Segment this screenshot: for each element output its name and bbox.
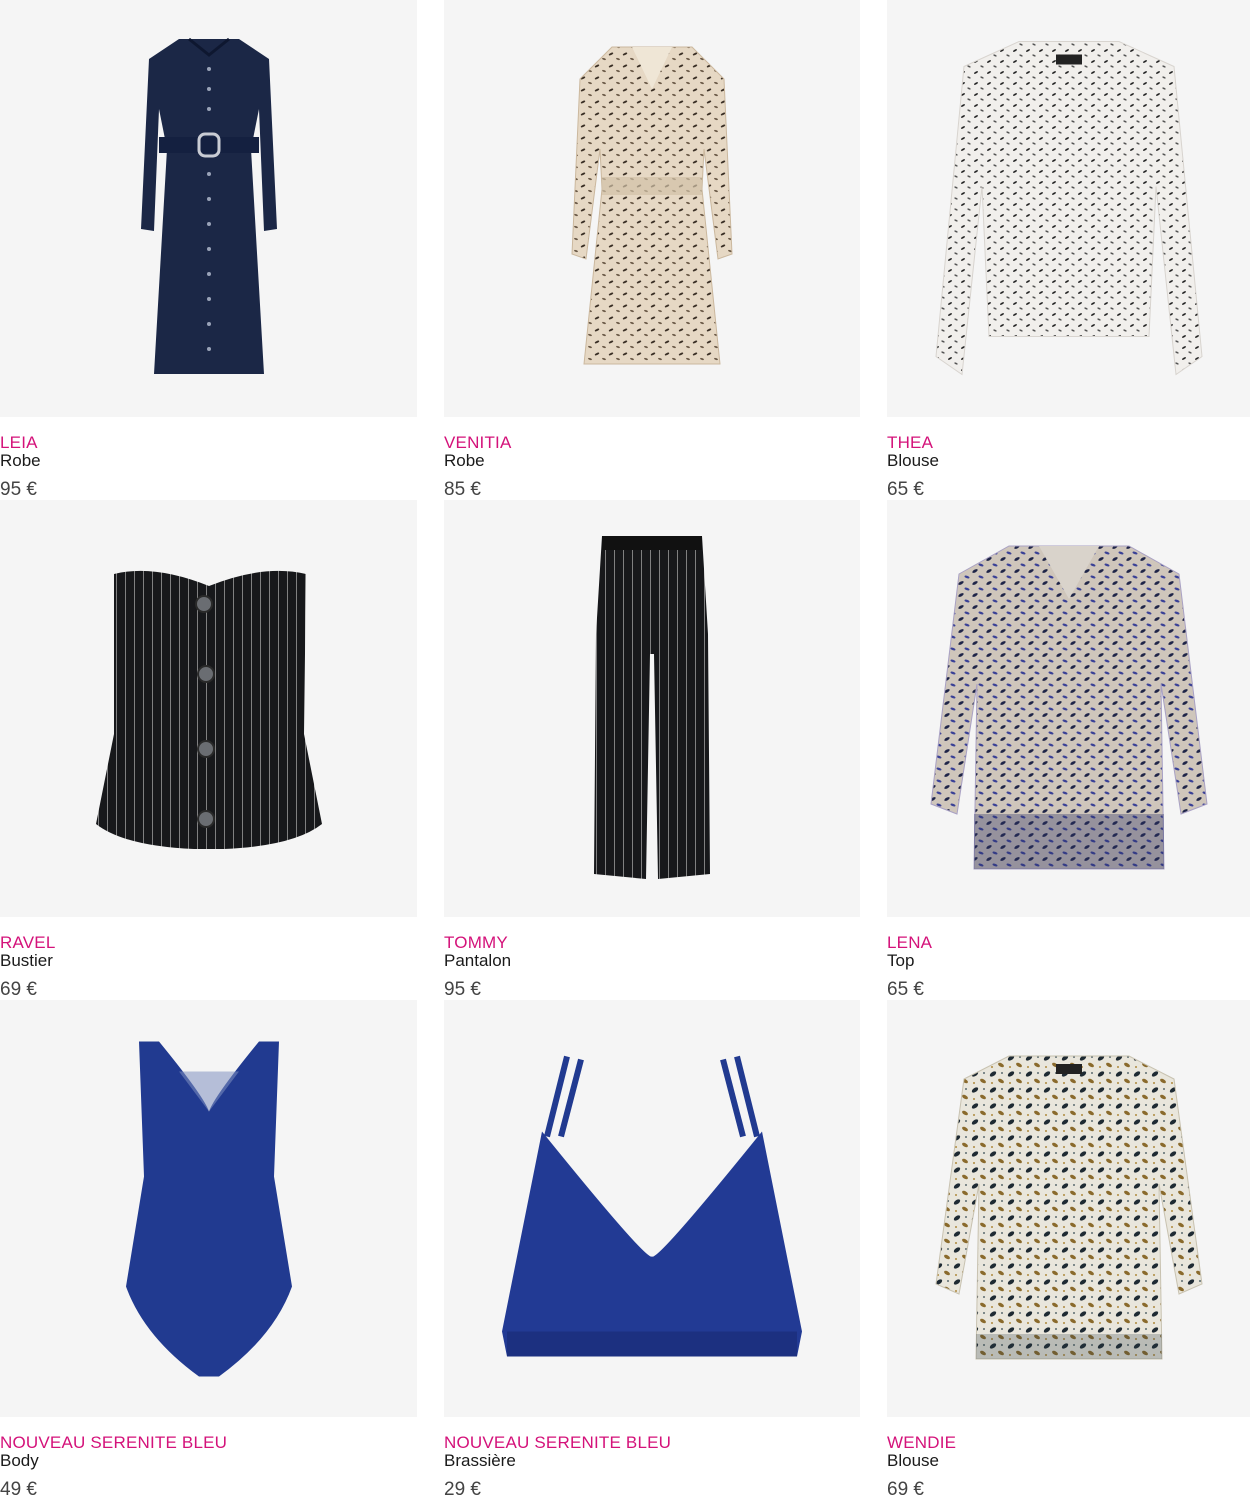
product-category: Body	[0, 1451, 39, 1470]
product-category: Blouse	[887, 451, 939, 470]
product-image[interactable]	[444, 500, 860, 917]
product-card-tommy[interactable]: TOMMY Pantalon 95 €	[444, 500, 860, 1000]
product-price: 85 €	[444, 479, 481, 500]
product-category: Robe	[0, 451, 41, 470]
product-image[interactable]	[887, 1000, 1250, 1417]
product-card-thea[interactable]: THEA Blouse 65 €	[887, 0, 1250, 500]
product-price: 65 €	[887, 479, 924, 500]
product-category: Top	[887, 951, 915, 970]
black-pinstripe-trousers-image	[594, 535, 710, 879]
beige-print-dress-image	[571, 46, 733, 364]
product-brand-name[interactable]: NOUVEAU SERENITE BLEU	[444, 1433, 671, 1453]
product-price: 49 €	[0, 1479, 37, 1500]
product-image[interactable]	[887, 0, 1250, 417]
leopard-print-blouse-image	[934, 1055, 1203, 1359]
product-price: 29 €	[444, 1479, 481, 1500]
product-card-serenite-brassiere[interactable]: NOUVEAU SERENITE BLEU Brassière 29 €	[444, 1000, 860, 1500]
black-pinstripe-bustier-image	[95, 570, 322, 849]
product-price: 69 €	[887, 1479, 924, 1500]
blue-bodysuit-image	[125, 1041, 292, 1376]
blue-bralette-image	[502, 1055, 802, 1356]
product-brand-name[interactable]: WENDIE	[887, 1433, 956, 1453]
product-brand-name[interactable]: VENITIA	[444, 433, 512, 453]
product-card-lena[interactable]: LENA Top 65 €	[887, 500, 1250, 1000]
product-brand-name[interactable]: TOMMY	[444, 933, 508, 953]
product-image[interactable]	[0, 500, 417, 917]
product-price: 69 €	[0, 979, 37, 1000]
product-brand-name[interactable]: RAVEL	[0, 933, 56, 953]
product-card-ravel[interactable]: RAVEL Bustier 69 €	[0, 500, 417, 1000]
product-card-serenite-body[interactable]: NOUVEAU SERENITE BLEU Body 49 €	[0, 1000, 417, 1500]
product-image[interactable]	[0, 0, 417, 417]
product-card-leia[interactable]: LEIA Robe 95 €	[0, 0, 417, 500]
product-category: Pantalon	[444, 951, 512, 970]
product-price: 95 €	[444, 979, 481, 1000]
product-category: Robe	[444, 451, 485, 470]
product-brand-name[interactable]: THEA	[887, 433, 933, 453]
product-image[interactable]	[444, 0, 860, 417]
product-card-wendie[interactable]: WENDIE Blouse 69 €	[887, 1000, 1250, 1500]
product-grid: LEIA Robe 95 € VENITIA Robe 85 € THEA Bl…	[0, 0, 1250, 1500]
product-brand-name[interactable]: NOUVEAU SERENITE BLEU	[0, 1433, 227, 1453]
product-price: 95 €	[0, 479, 37, 500]
navy-shirt-dress-image	[140, 37, 277, 374]
product-card-venitia[interactable]: VENITIA Robe 85 €	[444, 0, 860, 500]
product-image[interactable]	[887, 500, 1250, 917]
product-brand-name[interactable]: LEIA	[0, 433, 38, 453]
blue-print-top-image	[929, 545, 1208, 869]
product-category: Blouse	[887, 1451, 939, 1470]
product-price: 65 €	[887, 979, 924, 1000]
product-image[interactable]	[444, 1000, 860, 1417]
product-brand-name[interactable]: LENA	[887, 933, 932, 953]
product-category: Brassière	[444, 1451, 516, 1470]
white-print-blouse-image	[934, 40, 1203, 375]
product-category: Bustier	[0, 951, 53, 970]
product-image[interactable]	[0, 1000, 417, 1417]
